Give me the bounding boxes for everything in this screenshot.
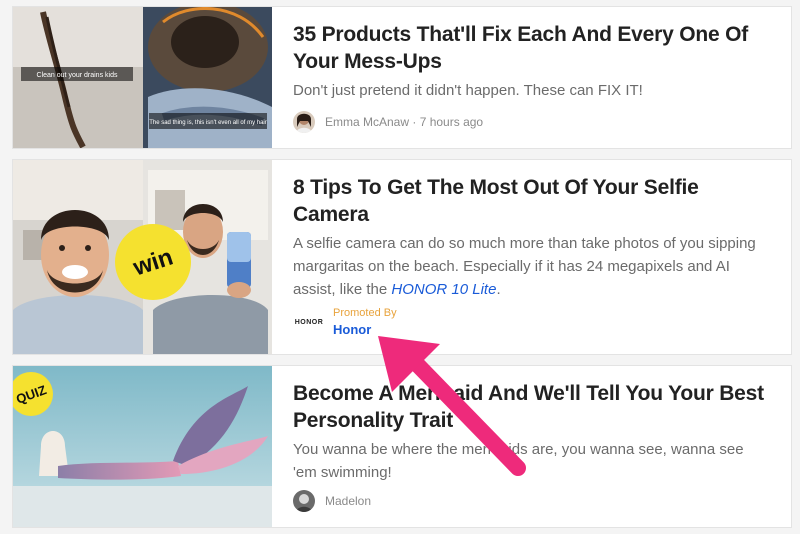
- byline-separator: ·: [409, 115, 420, 129]
- article-card[interactable]: QUIZ Become A Mermaid And We'll Tell You…: [12, 365, 792, 528]
- promoted-by-label: Promoted By: [333, 307, 397, 319]
- mermaid-image: QUIZ: [13, 366, 272, 527]
- article-card[interactable]: win 8 Tips To Get The Most Out Of Your S…: [12, 159, 792, 355]
- author-name[interactable]: Madelon: [325, 494, 371, 508]
- avatar-icon: [293, 490, 315, 512]
- honor-10-lite-link[interactable]: HONOR 10 Lite: [391, 281, 496, 298]
- honor-logo[interactable]: HONOR: [293, 306, 325, 338]
- article-description: You wanna be where the mermaids are, you…: [293, 441, 744, 481]
- article-title[interactable]: 35 Products That'll Fix Each And Every O…: [293, 21, 771, 75]
- article-thumbnail[interactable]: win: [13, 160, 272, 354]
- thumb-caption-top: Clean out your drains kids: [37, 72, 118, 79]
- drain-hair-image: Clean out your drains kids The sad thing…: [13, 7, 272, 148]
- selfie-image: win: [13, 160, 272, 354]
- sponsor-block: HONOR Promoted By Honor: [293, 306, 397, 338]
- article-body: 8 Tips To Get The Most Out Of Your Selfi…: [293, 174, 771, 301]
- byline: Madelon: [293, 490, 371, 512]
- author-name[interactable]: Emma McAnaw: [325, 115, 409, 129]
- article-body: 35 Products That'll Fix Each And Every O…: [293, 21, 771, 102]
- article-description: Don't just pretend it didn't happen. The…: [293, 82, 643, 99]
- article-body: Become A Mermaid And We'll Tell You Your…: [293, 380, 771, 484]
- article-card[interactable]: Clean out your drains kids The sad thing…: [12, 6, 792, 149]
- avatar-icon: [293, 111, 315, 133]
- description-text: A selfie camera can do so much more than…: [293, 235, 756, 298]
- author-avatar[interactable]: [293, 490, 315, 512]
- article-description: A selfie camera can do so much more than…: [293, 232, 771, 301]
- article-feed: Clean out your drains kids The sad thing…: [0, 0, 800, 534]
- article-title[interactable]: Become A Mermaid And We'll Tell You Your…: [293, 380, 771, 434]
- sponsor-name[interactable]: Honor: [333, 321, 397, 338]
- sponsor-text: Promoted By Honor: [333, 306, 397, 338]
- publish-time: 7 hours ago: [419, 115, 484, 129]
- thumb-caption-bottom: The sad thing is, this isn't even all of…: [149, 120, 267, 126]
- byline: Emma McAnaw · 7 hours ago: [293, 111, 483, 133]
- article-thumbnail[interactable]: Clean out your drains kids The sad thing…: [13, 7, 272, 148]
- article-title[interactable]: 8 Tips To Get The Most Out Of Your Selfi…: [293, 174, 771, 228]
- author-avatar[interactable]: [293, 111, 315, 133]
- article-thumbnail[interactable]: QUIZ: [13, 366, 272, 527]
- description-end: .: [496, 281, 501, 298]
